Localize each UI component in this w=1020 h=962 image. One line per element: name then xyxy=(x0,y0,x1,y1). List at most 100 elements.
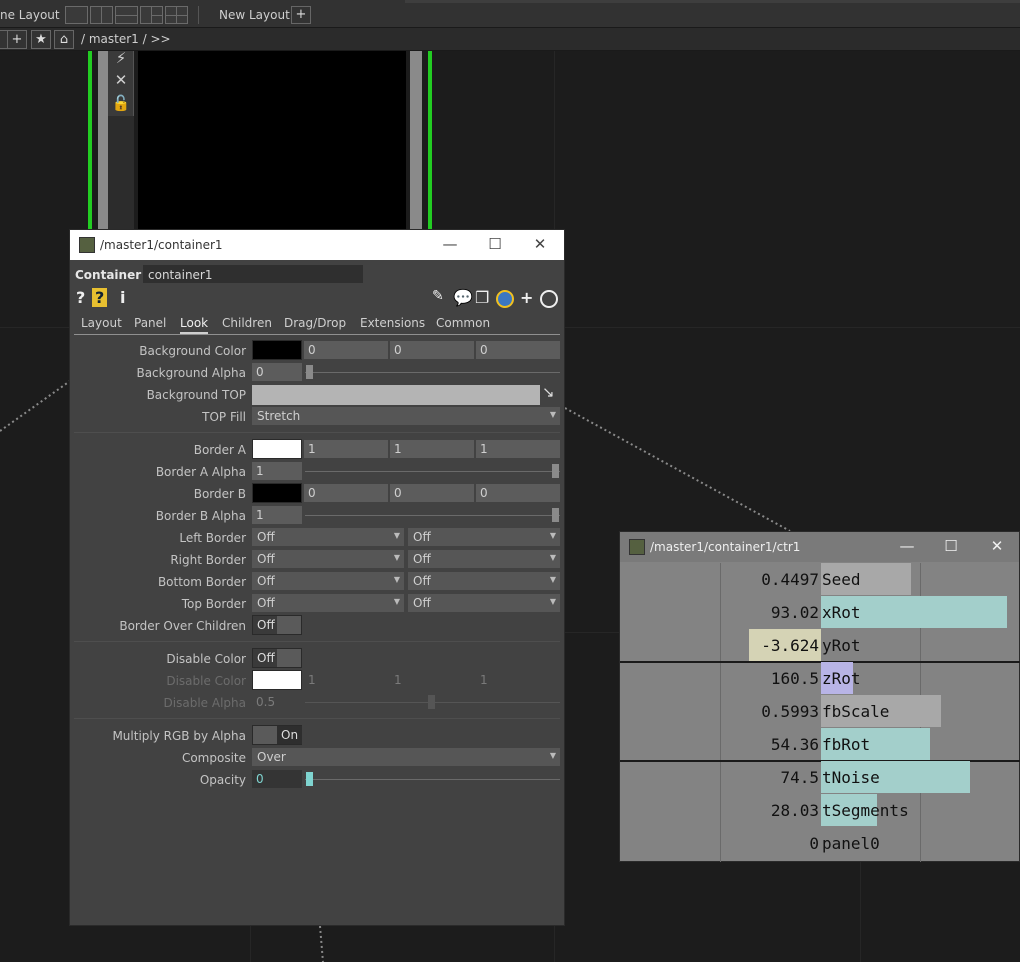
border-b-b-field[interactable]: 0 xyxy=(476,484,560,502)
slider-tnoise[interactable]: 74.5 tNoise xyxy=(620,761,1020,793)
background-alpha-slider[interactable] xyxy=(305,372,560,373)
border-b-alpha-slider[interactable] xyxy=(305,515,560,516)
slider-label: panel0 xyxy=(822,834,880,853)
disable-alpha-label: Disable Alpha xyxy=(163,696,246,710)
tab-children[interactable]: Children xyxy=(222,316,272,330)
bottom-border-menu-a[interactable]: Off xyxy=(252,572,404,590)
border-a-alpha-slider-handle[interactable] xyxy=(552,464,559,478)
background-color-g-field[interactable]: 0 xyxy=(390,341,474,359)
background-alpha-field[interactable]: 0 xyxy=(252,363,302,381)
slider-label: fbScale xyxy=(822,702,890,721)
layout-three-pane-button[interactable] xyxy=(140,6,163,24)
new-layout-add-button[interactable]: + xyxy=(291,6,311,24)
top-fill-menu[interactable]: Stretch xyxy=(252,407,560,425)
pin-icon[interactable]: ⚡ xyxy=(108,49,134,67)
border-b-alpha-slider-handle[interactable] xyxy=(552,508,559,522)
right-border-menu-b[interactable]: Off xyxy=(408,550,560,568)
comment-icon[interactable]: 💬 xyxy=(453,288,473,307)
layout-split-vertical-button[interactable] xyxy=(90,6,113,24)
star-icon[interactable]: ★ xyxy=(31,30,51,49)
opacity-field[interactable]: 0 xyxy=(252,770,302,788)
tab-look[interactable]: Look xyxy=(180,316,209,334)
lock-icon[interactable]: 🔓 xyxy=(108,94,134,112)
minimize-icon[interactable]: — xyxy=(897,537,917,555)
tab-drag-drop[interactable]: Drag/Drop xyxy=(284,316,346,330)
parameter-tabs: Layout Panel Look Children Drag/Drop Ext… xyxy=(74,313,560,335)
background-alpha-slider-handle[interactable] xyxy=(306,365,313,379)
tab-common[interactable]: Common xyxy=(436,316,490,330)
target-icon[interactable] xyxy=(540,290,558,308)
container-viewer-node[interactable]: ⚡ ✕ 🔓 xyxy=(88,49,434,231)
slider-value: 0.4497 xyxy=(761,570,819,589)
composite-menu[interactable]: Over xyxy=(252,748,560,766)
slider-tsegments[interactable]: 28.03 tSegments xyxy=(620,794,1020,826)
border-a-g-field[interactable]: 1 xyxy=(390,440,474,458)
border-a-alpha-slider[interactable] xyxy=(305,471,560,472)
slider-fbrot[interactable]: 54.36 fbRot xyxy=(620,728,1020,760)
slider-label: fbRot xyxy=(822,735,871,754)
top-fill-label: TOP Fill xyxy=(202,410,246,424)
layout-four-pane-button[interactable] xyxy=(165,6,188,24)
op-name-field[interactable]: container1 xyxy=(143,265,363,283)
opacity-slider-handle[interactable] xyxy=(306,772,313,786)
border-a-swatch[interactable] xyxy=(252,439,302,459)
parameter-dialog-titlebar[interactable]: /master1/container1 — ☐ ✕ xyxy=(70,230,564,260)
node-toolbar-lower xyxy=(108,116,134,231)
help-icon[interactable]: ? xyxy=(76,288,85,307)
node-viewer-display[interactable] xyxy=(138,51,406,231)
multiply-rgb-toggle[interactable]: On xyxy=(252,725,302,745)
background-color-swatch[interactable] xyxy=(252,340,302,360)
clone-icon[interactable]: ❐ xyxy=(475,288,489,307)
slider-yrot[interactable]: -3.624 yRot xyxy=(620,629,1020,661)
network-path[interactable]: / master1 / >> xyxy=(81,32,171,46)
border-a-r-field[interactable]: 1 xyxy=(304,440,388,458)
section-divider xyxy=(74,718,560,719)
border-b-r-field[interactable]: 0 xyxy=(304,484,388,502)
maximize-icon[interactable]: ☐ xyxy=(485,235,505,253)
add-icon[interactable]: + xyxy=(520,288,533,307)
home-icon[interactable]: ⌂ xyxy=(54,30,74,49)
background-color-b-field[interactable]: 0 xyxy=(476,341,560,359)
close-icon[interactable]: ✕ xyxy=(987,537,1007,555)
slider-fbscale[interactable]: 0.5993 fbScale xyxy=(620,695,1020,727)
background-top-field[interactable] xyxy=(252,385,540,405)
close-icon[interactable]: ✕ xyxy=(108,71,134,89)
slider-panel0[interactable]: 0 panel0 xyxy=(620,827,1020,859)
parameter-toolbar: ? ? i ✎ 💬 ❐ + xyxy=(70,286,564,308)
layout-split-horizontal-button[interactable] xyxy=(115,6,138,24)
bottom-border-menu-b[interactable]: Off xyxy=(408,572,560,590)
top-border-menu-a[interactable]: Off xyxy=(252,594,404,612)
border-b-swatch[interactable] xyxy=(252,483,302,503)
left-border-menu-b[interactable]: Off xyxy=(408,528,560,546)
add-pane-button[interactable]: + xyxy=(7,30,27,49)
slider-zrot[interactable]: 160.5 zRot xyxy=(620,662,1020,694)
layout-single-button[interactable] xyxy=(65,6,88,24)
left-border-menu-a[interactable]: Off xyxy=(252,528,404,546)
border-a-b-field[interactable]: 1 xyxy=(476,440,560,458)
border-b-alpha-field[interactable]: 1 xyxy=(252,506,302,524)
python-icon[interactable] xyxy=(496,290,514,308)
background-color-r-field[interactable]: 0 xyxy=(304,341,388,359)
edit-icon[interactable]: ✎ xyxy=(432,288,444,304)
drop-target-icon[interactable]: ↘ xyxy=(542,383,555,401)
close-icon[interactable]: ✕ xyxy=(530,235,550,253)
tab-extensions[interactable]: Extensions xyxy=(360,316,425,330)
tab-layout[interactable]: Layout xyxy=(81,316,122,330)
slider-seed[interactable]: 0.4497 Seed xyxy=(620,563,1020,595)
slider-xrot[interactable]: 93.02 xRot xyxy=(620,596,1020,628)
maximize-icon[interactable]: ☐ xyxy=(941,537,961,555)
border-a-alpha-field[interactable]: 1 xyxy=(252,462,302,480)
right-border-menu-a[interactable]: Off xyxy=(252,550,404,568)
top-border-menu-b[interactable]: Off xyxy=(408,594,560,612)
tab-panel[interactable]: Panel xyxy=(134,316,166,330)
opacity-slider[interactable] xyxy=(305,779,560,780)
disable-color-g-field: 1 xyxy=(394,673,402,687)
border-over-children-toggle[interactable]: Off xyxy=(252,615,302,635)
info-icon[interactable]: i xyxy=(120,288,125,307)
toggle-state: On xyxy=(277,726,302,744)
minimize-icon[interactable]: — xyxy=(440,235,460,253)
control-panel-titlebar[interactable]: /master1/container1/ctr1 — ☐ ✕ xyxy=(620,532,1019,562)
op-help-icon[interactable]: ? xyxy=(92,288,108,307)
disable-color-toggle[interactable]: Off xyxy=(252,648,302,668)
border-b-g-field[interactable]: 0 xyxy=(390,484,474,502)
